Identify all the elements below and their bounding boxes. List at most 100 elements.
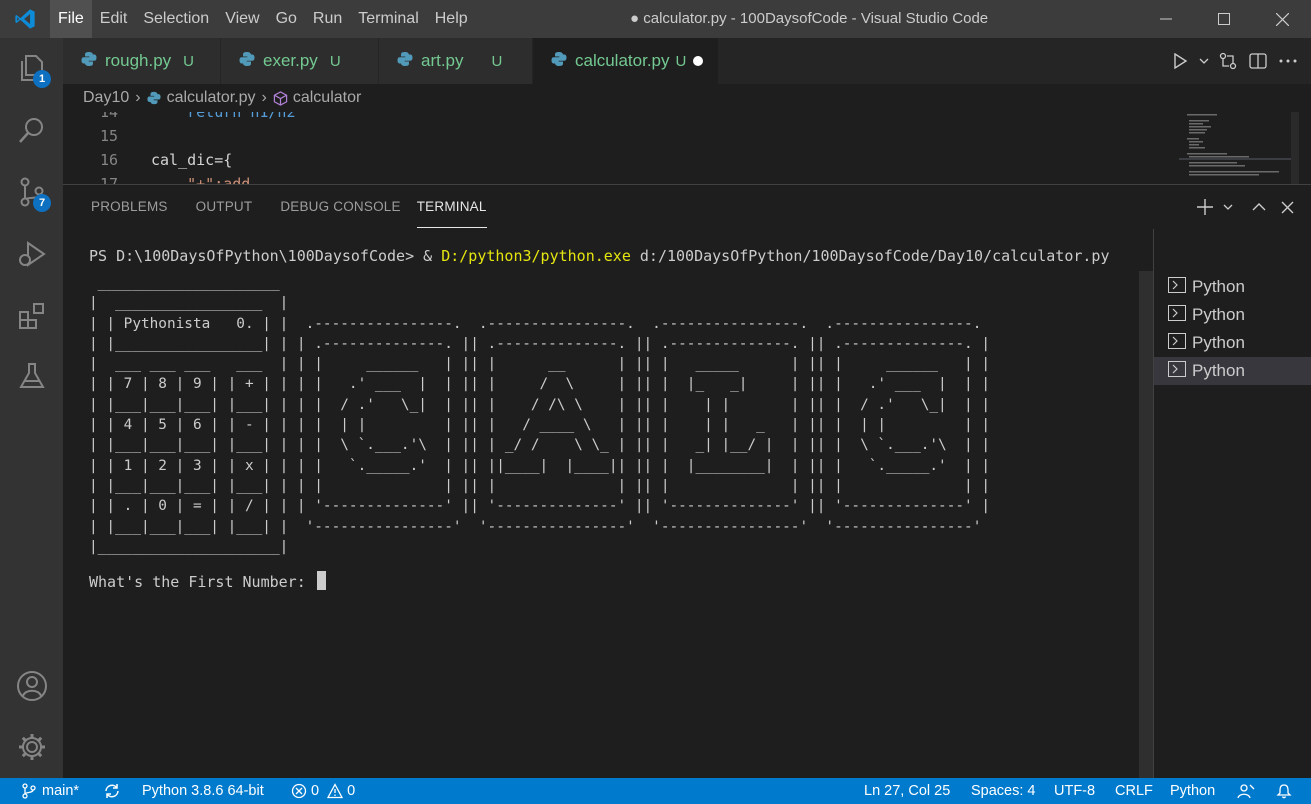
menu-run[interactable]: Run — [305, 0, 350, 38]
close-window-button[interactable] — [1253, 0, 1311, 38]
explorer-button[interactable]: 1 — [0, 38, 63, 98]
menu-file[interactable]: File — [50, 0, 92, 38]
terminal-instance[interactable]: Python — [1154, 357, 1311, 385]
eol-status[interactable]: CRLF — [1115, 778, 1153, 804]
encoding-status[interactable]: UTF-8 — [1054, 778, 1095, 804]
compare-changes-button[interactable] — [1213, 46, 1243, 76]
menu-selection[interactable]: Selection — [135, 0, 217, 38]
code-line: 17 "+":add, — [63, 172, 1163, 184]
code-editor[interactable]: 14 return n1/n2 15 16 cal_dic={ 17 "+":a… — [63, 112, 1311, 184]
feedback-icon — [1237, 784, 1255, 799]
unsaved-dot-icon[interactable] — [693, 56, 703, 66]
menu-edit[interactable]: Edit — [92, 0, 136, 38]
terminal-cursor — [316, 571, 326, 591]
feedback-button[interactable] — [1237, 778, 1255, 804]
explorer-badge: 1 — [33, 70, 51, 88]
cursor-position[interactable]: Ln 27, Col 25 — [864, 778, 950, 804]
tab-label: calculator.py — [575, 51, 670, 70]
chevron-right-icon: › — [261, 89, 267, 106]
code-text: cal_dic={ — [151, 151, 233, 169]
code-text: return n1/n2 — [151, 112, 296, 121]
tab-exer-py[interactable]: exer.py U — [221, 38, 379, 84]
more-actions-button[interactable] — [1273, 46, 1303, 76]
breadcrumb-file[interactable]: calculator.py — [167, 89, 256, 107]
line-number: 16 — [99, 151, 118, 169]
terminal-executable: D:/python3/python.exe — [441, 247, 631, 265]
menu-view[interactable]: View — [217, 0, 267, 38]
editor-actions — [1165, 38, 1311, 84]
maximize-panel-button[interactable] — [1245, 193, 1273, 221]
line-number: 15 — [99, 127, 118, 145]
terminal-profile-dropdown[interactable] — [1219, 193, 1237, 221]
window-controls — [1137, 0, 1311, 38]
close-panel-button[interactable] — [1273, 193, 1301, 221]
terminal-script-path: d:/100DaysOfPython/100DaysofCode/Day10/c… — [630, 247, 1110, 265]
testing-button[interactable] — [0, 346, 63, 406]
breadcrumb-folder[interactable]: Day10 — [83, 89, 129, 107]
terminal-icon — [1168, 304, 1186, 326]
maximize-icon — [1218, 13, 1230, 25]
search-icon — [18, 118, 43, 143]
source-control-button[interactable]: 7 — [0, 162, 63, 222]
run-file-button[interactable] — [1165, 46, 1195, 76]
menu-go[interactable]: Go — [268, 0, 305, 38]
terminal-instance[interactable]: Python — [1154, 301, 1311, 329]
menu-bar: File Edit Selection View Go Run Terminal… — [50, 0, 476, 38]
terminal-icon — [1168, 276, 1186, 298]
ellipsis-icon — [1279, 59, 1297, 63]
tab-terminal[interactable]: TERMINAL — [416, 185, 487, 228]
input-prompt: What's the First Number: — [89, 573, 315, 592]
tab-calculator-py[interactable]: calculator.py U — [533, 38, 719, 84]
python-interpreter[interactable]: Python 3.8.6 64-bit — [142, 778, 264, 804]
code-text: "+":add, — [151, 175, 260, 184]
run-debug-button[interactable] — [0, 224, 63, 284]
python-file-icon — [397, 51, 413, 72]
minimize-button[interactable] — [1137, 0, 1195, 38]
flask-icon — [18, 363, 45, 388]
tab-output[interactable]: OUTPUT — [182, 185, 267, 229]
account-icon — [16, 671, 47, 701]
untracked-mark: U — [675, 52, 687, 70]
sync-button[interactable] — [103, 778, 121, 804]
terminal-icon — [1168, 332, 1186, 354]
breadcrumb-symbol[interactable]: calculator — [293, 89, 361, 107]
minimize-icon — [1160, 18, 1172, 20]
accounts-button[interactable] — [0, 656, 63, 716]
extensions-button[interactable] — [0, 286, 63, 346]
tab-debug-console[interactable]: DEBUG CONSOLE — [266, 185, 414, 229]
terminal-output[interactable]: PS D:\100DaysOfPython\100DaysofCode> & D… — [89, 243, 1129, 763]
git-compare-icon — [1219, 52, 1237, 70]
search-button[interactable] — [0, 100, 63, 160]
python-file-icon — [551, 51, 567, 72]
python-file-icon — [239, 51, 255, 72]
terminal-icon — [1168, 360, 1186, 382]
run-debug-icon — [18, 241, 46, 267]
tab-label: exer.py — [263, 51, 318, 70]
activity-bar: 1 7 — [0, 38, 63, 778]
branch-status[interactable]: main* — [22, 778, 79, 804]
warning-icon — [327, 783, 344, 799]
tab-art-py[interactable]: art.py U — [379, 38, 533, 84]
language-mode[interactable]: Python — [1170, 778, 1215, 804]
run-dropdown-button[interactable] — [1195, 46, 1213, 76]
split-editor-button[interactable] — [1243, 46, 1273, 76]
code-line: 15 — [63, 124, 1163, 148]
notifications-button[interactable] — [1276, 778, 1292, 804]
new-terminal-button[interactable] — [1191, 193, 1219, 221]
tab-rough-py[interactable]: rough.py U — [63, 38, 221, 84]
menu-terminal[interactable]: Terminal — [350, 0, 426, 38]
terminal-instance-label: Python — [1192, 333, 1245, 352]
extensions-icon — [18, 303, 44, 329]
manage-button[interactable] — [0, 717, 63, 777]
split-editor-icon — [1249, 53, 1267, 69]
git-branch-icon — [22, 783, 36, 799]
maximize-button[interactable] — [1195, 0, 1253, 38]
menu-help[interactable]: Help — [427, 0, 476, 38]
terminal-instance[interactable]: Python — [1154, 273, 1311, 301]
terminal-scrollbar[interactable] — [1139, 271, 1153, 779]
problems-status[interactable]: 0 0 — [291, 778, 355, 804]
tab-problems[interactable]: PROBLEMS — [77, 185, 182, 229]
minimap[interactable] — [1179, 112, 1299, 184]
terminal-instance[interactable]: Python — [1154, 329, 1311, 357]
indentation-status[interactable]: Spaces: 4 — [971, 778, 1036, 804]
